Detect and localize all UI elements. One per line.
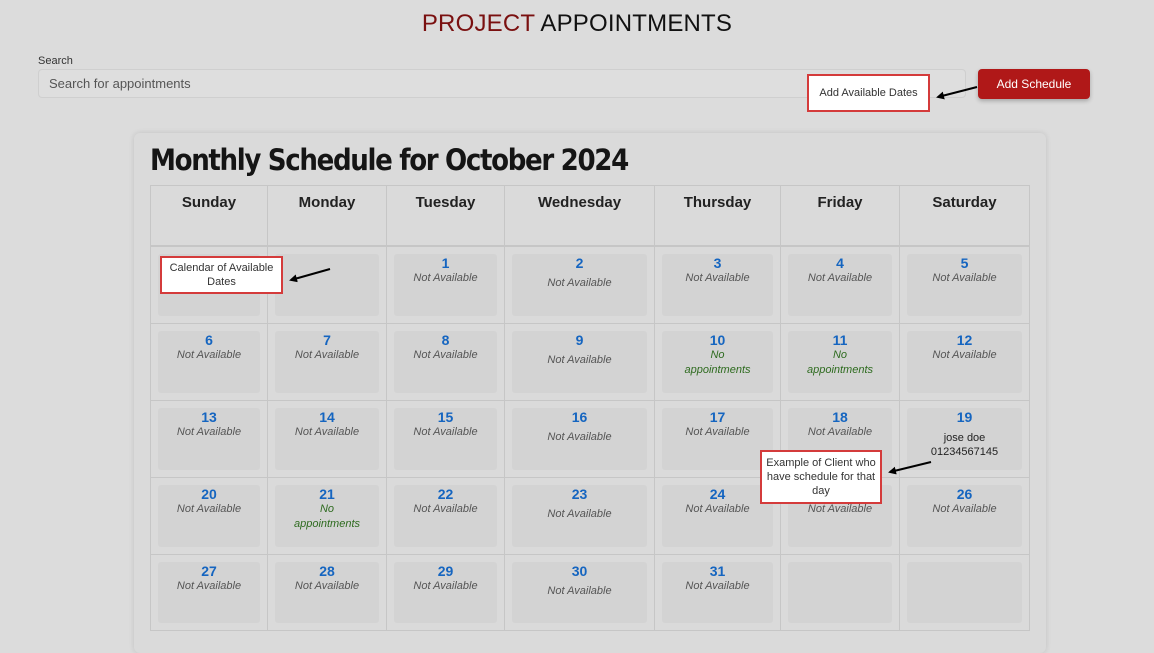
- arrow-calendar-dates: [289, 268, 331, 283]
- arrow-add-dates: [936, 86, 978, 100]
- annotation-arrows: [289, 86, 978, 475]
- arrow-client-example: [888, 461, 932, 475]
